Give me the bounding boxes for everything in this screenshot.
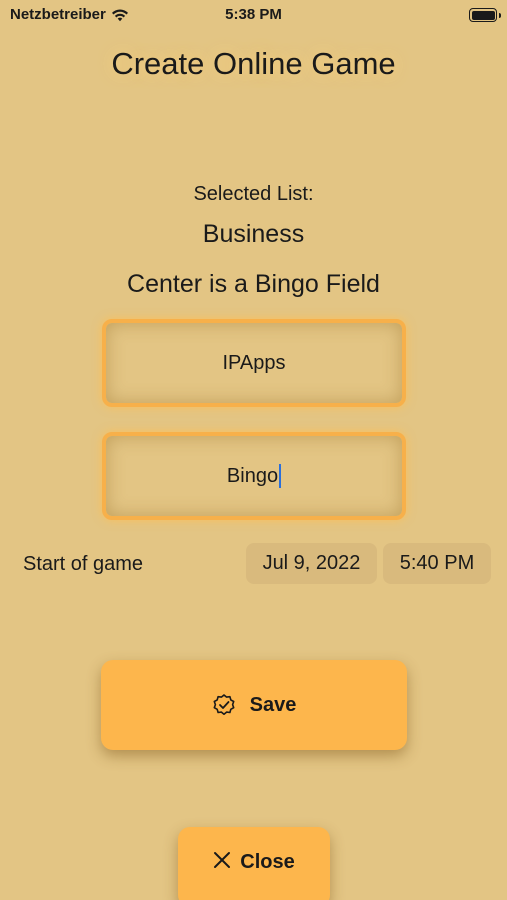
text-cursor [279, 464, 282, 488]
host-name-input[interactable] [106, 351, 402, 375]
close-icon [213, 851, 231, 869]
status-bar: Netzbetreiber 5:38 PM [0, 0, 507, 30]
battery-icon [469, 8, 501, 22]
game-name-input[interactable]: Bingo [226, 464, 282, 488]
selected-list-value: Business [202, 220, 305, 248]
create-online-game-screen: Netzbetreiber 5:38 PM Create Online Game… [0, 0, 507, 900]
start-of-game-label: Start of game [23, 553, 144, 575]
save-button[interactable]: Save [101, 660, 407, 750]
close-button[interactable]: Close [178, 827, 330, 900]
checkmark-seal-icon [212, 693, 236, 717]
center-field-info: Center is a Bingo Field [127, 270, 380, 298]
game-name-value: Bingo [226, 464, 279, 487]
game-name-field[interactable]: Bingo [102, 432, 406, 520]
page-title: Create Online Game [111, 46, 396, 81]
selected-list-label: Selected List: [193, 183, 314, 205]
host-name-field[interactable] [102, 319, 406, 407]
close-label: Close [240, 851, 295, 873]
save-label: Save [249, 693, 297, 716]
status-time: 5:38 PM [225, 6, 282, 23]
battery-level [471, 10, 495, 20]
date-picker-button[interactable]: Jul 9, 2022 [246, 543, 377, 584]
time-picker-button[interactable]: 5:40 PM [383, 543, 491, 584]
